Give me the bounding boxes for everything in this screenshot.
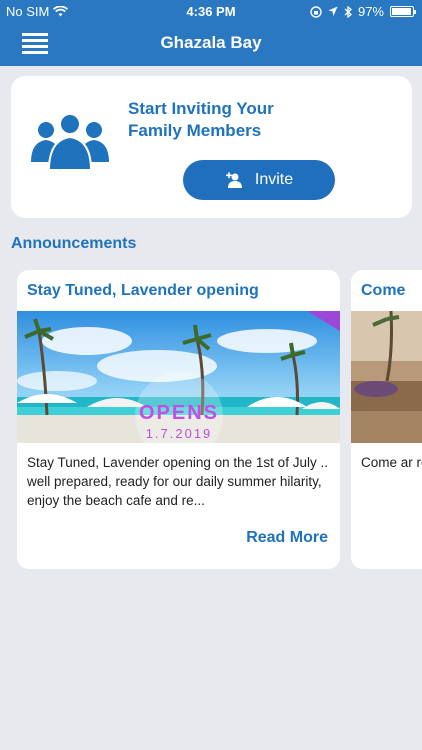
location-icon [328, 6, 338, 16]
status-right: 97% [310, 4, 416, 19]
battery-icon [390, 6, 416, 17]
battery-fill [392, 8, 412, 15]
announcements-carousel[interactable]: Stay Tuned, Lavender opening OPENS 1.7.2… [0, 268, 422, 571]
battery-percent: 97% [357, 4, 384, 19]
family-members-icon [31, 113, 109, 170]
read-more-link[interactable]: Read More [246, 529, 328, 547]
invite-button-label: Invite [254, 171, 294, 188]
announcement-card[interactable]: Stay Tuned, Lavender opening OPENS 1.7.2… [17, 270, 340, 569]
announcement-image [351, 311, 422, 443]
invite-button[interactable]: Invite [183, 160, 335, 200]
add-user-icon [225, 172, 242, 188]
bluetooth-icon [344, 5, 352, 18]
app-header: No SIM 4:36 PM 97% Ghazala Bay [0, 0, 422, 66]
announcement-body: Stay Tuned, Lavender opening on the 1st … [27, 455, 328, 508]
invite-card: Start Inviting Your Family Members Invit… [11, 76, 412, 218]
announcement-card[interactable]: Come Come ar ready ar visitors, [351, 270, 422, 569]
announcement-title: Come [361, 282, 406, 299]
announcement-body: Come ar ready ar visitors, [361, 455, 422, 470]
status-bar: No SIM 4:36 PM 97% [0, 0, 422, 22]
invite-message: Start Inviting Your Family Members [128, 99, 274, 140]
svg-text:OPENS: OPENS [139, 402, 219, 424]
page-title: Ghazala Bay [160, 33, 262, 52]
announcement-title: Stay Tuned, Lavender opening [27, 282, 259, 299]
announcements-heading: Announcements [11, 235, 137, 252]
orientation-lock-icon [310, 5, 322, 18]
svg-text:1.7.2019: 1.7.2019 [146, 426, 213, 441]
announcement-image: OPENS 1.7.2019 [17, 311, 340, 443]
